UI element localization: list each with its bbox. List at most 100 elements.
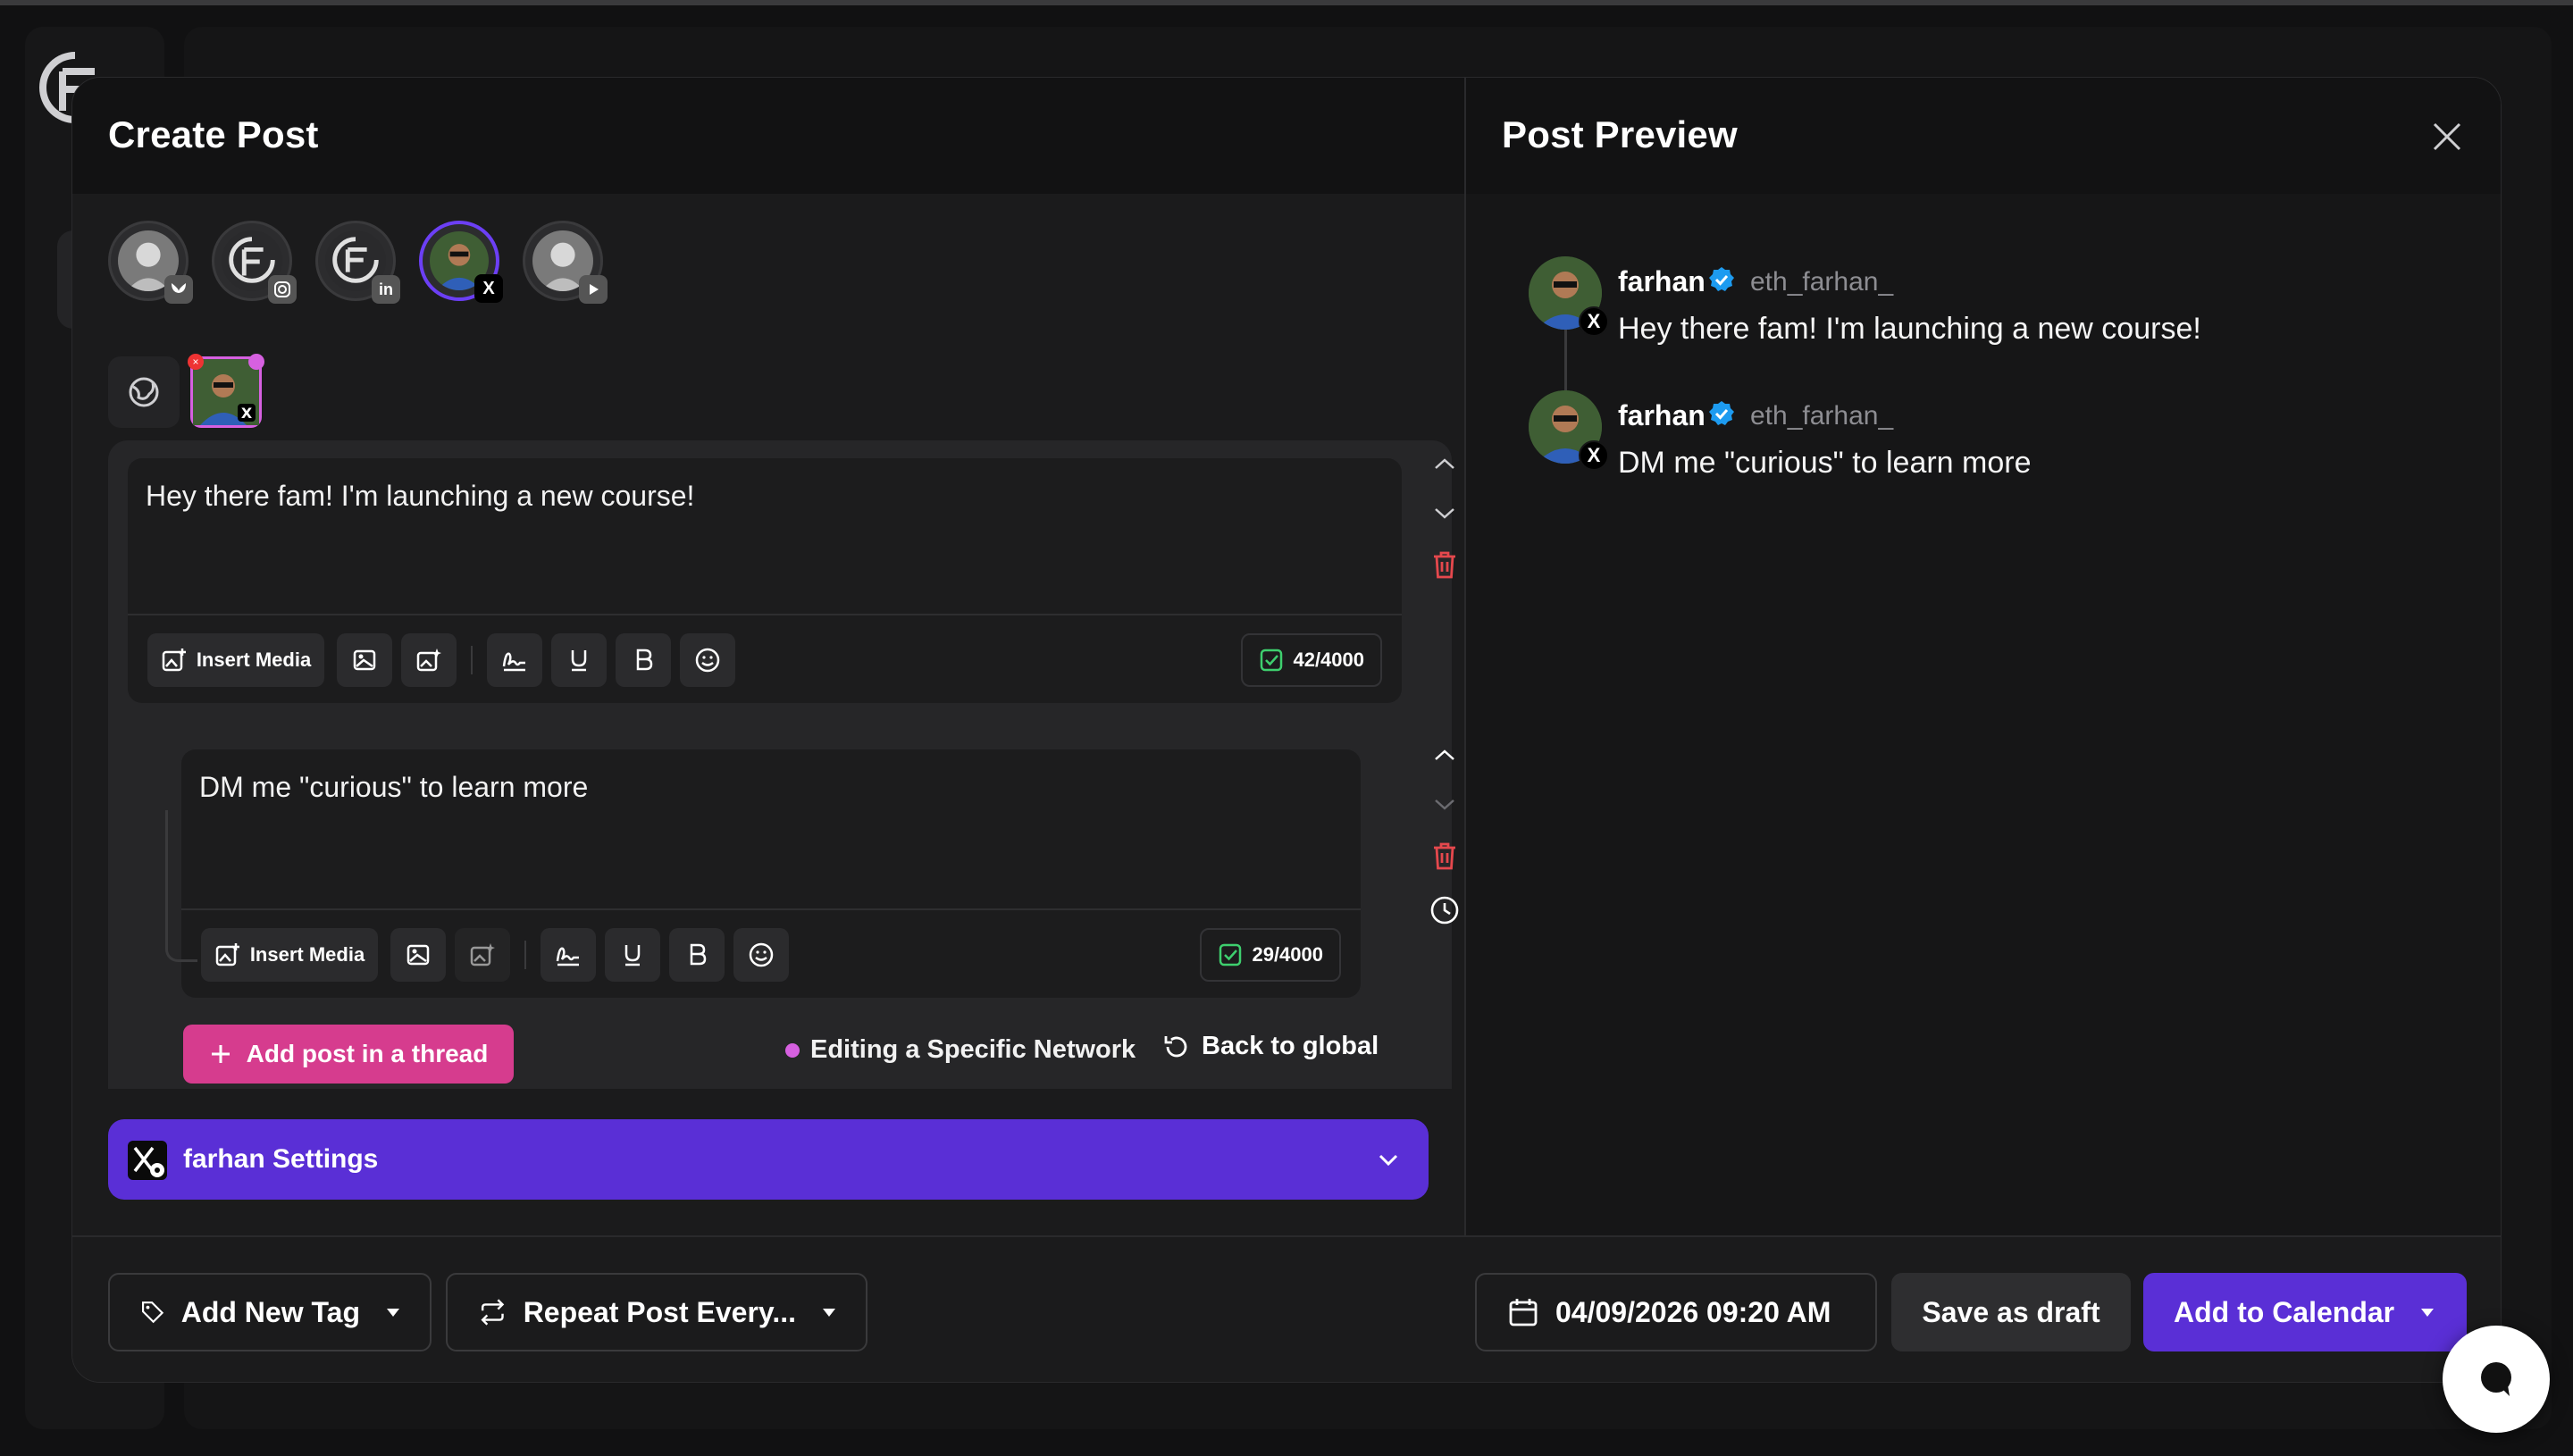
underline-button[interactable] (605, 928, 660, 982)
check-icon (1219, 943, 1242, 966)
instagram-icon (268, 275, 297, 304)
account-x[interactable]: X (419, 221, 503, 303)
undo-icon (1164, 1035, 1187, 1057)
insert-media-button[interactable]: Insert Media (201, 928, 378, 982)
caret-down-icon (387, 1308, 399, 1317)
chat-bubble-icon (2481, 1362, 2511, 1396)
date-time-picker[interactable]: 04/09/2026 09:20 AM (1475, 1273, 1877, 1351)
preview-name-1: farhan (1618, 265, 1706, 297)
preview-text-1: Hey there fam! I'm launching a new cours… (1618, 312, 2201, 346)
post-text-1[interactable]: Hey there fam! I'm launching a new cours… (146, 480, 694, 513)
counter-text-1: 42/4000 (1293, 649, 1364, 671)
insert-media-button[interactable]: Insert Media (147, 633, 324, 687)
post-editor-1[interactable]: Hey there fam! I'm launching a new cours… (128, 458, 1402, 703)
signature-icon (502, 652, 525, 672)
emoji-icon (749, 942, 774, 967)
move-down-button-1[interactable] (1425, 494, 1464, 533)
global-chip[interactable] (108, 356, 180, 428)
save-draft-label: Save as draft (1922, 1295, 2100, 1328)
top-line (0, 0, 2573, 5)
x-icon: X (474, 274, 503, 303)
x-icon: X (1579, 440, 1609, 471)
emoji-button[interactable] (733, 928, 789, 982)
x-account-chip[interactable]: X × (188, 354, 264, 428)
remove-chip-icon[interactable]: × (188, 354, 204, 370)
post-toolbar-2: Insert Media 29/4000 (181, 908, 1361, 998)
ai-image-icon (470, 943, 495, 966)
linkedin-icon: in (372, 275, 400, 304)
account-linkedin[interactable]: in (315, 221, 400, 304)
account-youtube[interactable] (523, 221, 608, 304)
media-library-button[interactable] (390, 928, 446, 982)
x-settings-icon (128, 1141, 167, 1180)
x-icon: X (1579, 306, 1609, 337)
svg-text:X: X (241, 405, 253, 422)
move-up-button-2[interactable] (1425, 735, 1464, 774)
editor-container: Hey there fam! I'm launching a new cours… (108, 440, 1459, 1089)
preview-name-2: farhan (1618, 399, 1706, 431)
globe-icon (129, 377, 159, 407)
chevron-up-icon (1435, 458, 1454, 469)
underline-button[interactable] (551, 633, 607, 687)
post-preview-header: Post Preview (1466, 78, 2501, 194)
ai-image-icon (416, 649, 441, 672)
account-bluesky[interactable] (108, 221, 193, 304)
account-instagram[interactable] (212, 221, 297, 304)
editing-network-indicator: Editing a Specific Network (785, 1035, 1136, 1065)
editing-label: Editing a Specific Network (810, 1035, 1136, 1064)
add-new-tag-button[interactable]: Add New Tag (108, 1273, 432, 1351)
back-to-global-button[interactable]: Back to global (1162, 1032, 1379, 1061)
repeat-post-button[interactable]: Repeat Post Every... (446, 1273, 867, 1351)
bold-icon (636, 649, 653, 671)
create-post-modal: Create Post in X X × Hey there fam! I'm … (71, 77, 2502, 1383)
ai-image-button[interactable] (401, 633, 457, 687)
chevron-down-icon (1435, 508, 1454, 519)
save-as-draft-button[interactable]: Save as draft (1891, 1273, 2131, 1351)
gallery-icon (406, 944, 430, 966)
post-editor-2[interactable]: DM me "curious" to learn more Insert Med… (181, 749, 1361, 998)
delete-post-button-2[interactable] (1425, 837, 1464, 876)
image-add-icon (215, 943, 239, 966)
emoji-button[interactable] (680, 633, 735, 687)
signature-button[interactable] (487, 633, 542, 687)
media-library-button[interactable] (337, 633, 392, 687)
add-tag-label: Add New Tag (180, 1295, 360, 1328)
bold-button[interactable] (616, 633, 671, 687)
toolbar-divider (471, 646, 473, 674)
chat-support-button[interactable] (2443, 1326, 2550, 1433)
signature-icon (556, 947, 579, 966)
move-up-button-1[interactable] (1425, 444, 1464, 483)
move-down-button-2[interactable] (1425, 785, 1464, 824)
post-text-2[interactable]: DM me "curious" to learn more (199, 771, 588, 804)
caret-down-icon (823, 1308, 835, 1317)
add-calendar-label: Add to Calendar (2174, 1295, 2395, 1328)
counter-text-2: 29/4000 (1252, 943, 1323, 966)
image-add-icon (162, 649, 186, 672)
add-post-in-thread-button[interactable]: Add post in a thread (183, 1025, 514, 1084)
add-to-calendar-button[interactable]: Add to Calendar (2143, 1273, 2467, 1351)
avatar: X (193, 359, 259, 425)
tag-icon (142, 1301, 164, 1324)
caret-down-icon (2421, 1308, 2435, 1317)
toolbar-divider (524, 941, 526, 969)
ai-image-button[interactable] (455, 928, 510, 982)
network-settings-bar[interactable]: farhan Settings (108, 1119, 1429, 1200)
bold-button[interactable] (669, 928, 725, 982)
bluesky-icon (164, 275, 193, 304)
underline-icon (571, 650, 587, 672)
plus-icon (211, 1045, 230, 1063)
post-toolbar-1: Insert Media 42/4000 (128, 614, 1402, 703)
close-icon[interactable] (2427, 117, 2467, 156)
schedule-delay-button[interactable] (1425, 891, 1464, 930)
editing-dot (248, 354, 264, 370)
delete-post-button-1[interactable] (1425, 546, 1464, 585)
youtube-icon (579, 275, 608, 304)
character-counter-1: 42/4000 (1241, 633, 1382, 687)
insert-media-label: Insert Media (249, 943, 365, 966)
thread-connector (165, 810, 197, 962)
emoji-icon (695, 648, 720, 673)
add-thread-label: Add post in a thread (246, 1040, 489, 1067)
post-preview-pane: Post Preview X farhan eth_farhan_ Hey th… (1464, 78, 2501, 1235)
insert-media-label: Insert Media (196, 649, 312, 671)
signature-button[interactable] (541, 928, 596, 982)
